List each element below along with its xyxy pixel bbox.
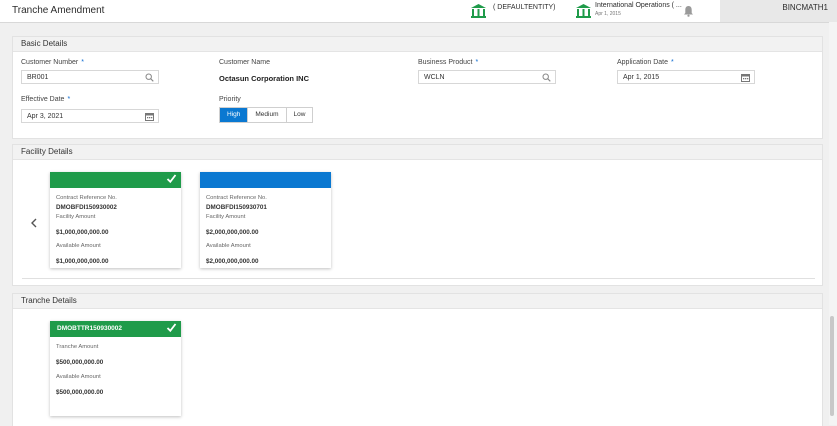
search-icon[interactable] — [542, 73, 551, 82]
tranche-card[interactable]: DMOBTTR150930002 Tranche Amount $500,000… — [50, 321, 181, 416]
effective-date-label: Effective Date * — [21, 96, 71, 103]
priority-medium-option[interactable]: Medium — [248, 108, 287, 122]
contract-ref-label: Contract Reference No. — [56, 195, 117, 201]
facility-card[interactable]: Contract Reference No. DMOBFDI150930701 … — [200, 172, 331, 268]
entity-label[interactable]: ( DEFAULTENTITY) — [493, 4, 555, 11]
customer-number-value: BR001 — [27, 74, 49, 81]
contract-ref-value: DMOBFDI150930701 — [206, 204, 267, 211]
check-icon — [166, 323, 177, 333]
priority-high-option[interactable]: High — [220, 108, 249, 122]
user-menu[interactable]: BINCMATH1 — [720, 0, 837, 22]
section-title: Basic Details — [21, 39, 68, 48]
effective-date-field[interactable]: Apr 3, 2021 — [21, 109, 159, 123]
section-header: Basic Details — [13, 37, 822, 52]
bank-icon[interactable] — [470, 3, 487, 19]
application-date-value: Apr 1, 2015 — [623, 74, 660, 81]
app-header: Tranche Amendment ( DEFAULTENTITY) Inter… — [0, 0, 837, 23]
facility-amount-label: Facility Amount — [206, 214, 246, 220]
customer-number-field[interactable]: BR001 — [21, 70, 159, 84]
priority-low-option[interactable]: Low — [286, 108, 313, 122]
available-amount-label: Available Amount — [206, 243, 251, 249]
section-title: Tranche Details — [21, 296, 77, 305]
bank-icon[interactable] — [575, 3, 592, 19]
business-product-value: WCLN — [424, 74, 445, 81]
facility-amount-label: Facility Amount — [56, 214, 96, 220]
vertical-scrollbar[interactable] — [829, 22, 837, 425]
calendar-icon[interactable] — [145, 112, 154, 121]
available-amount-value: $2,000,000,000.00 — [206, 258, 259, 265]
contract-ref-value: DMOBFDI150930002 — [56, 204, 117, 211]
section-title: Facility Details — [21, 147, 73, 156]
check-icon — [166, 174, 177, 184]
customer-name-label: Customer Name — [219, 59, 270, 66]
card-header-bar — [200, 172, 331, 188]
facility-amount-value: $1,000,000,000.00 — [56, 229, 109, 236]
priority-toggle[interactable]: High Medium Low — [219, 107, 314, 123]
tranche-amount-label: Tranche Amount — [56, 344, 99, 350]
business-product-field[interactable]: WCLN — [418, 70, 556, 84]
effective-date-value: Apr 3, 2021 — [27, 113, 64, 120]
card-header-bar — [50, 172, 181, 188]
facility-card[interactable]: Contract Reference No. DMOBFDI150930002 … — [50, 172, 181, 268]
business-product-label: Business Product * — [418, 59, 479, 66]
scrollbar-thumb[interactable] — [830, 316, 834, 416]
available-amount-value: $1,000,000,000.00 — [56, 258, 109, 265]
page-title: Tranche Amendment — [12, 5, 105, 16]
search-icon[interactable] — [145, 73, 154, 82]
tranche-amount-value: $500,000,000.00 — [56, 359, 104, 366]
priority-label: Priority — [219, 96, 241, 103]
application-date-field[interactable]: Apr 1, 2015 — [617, 70, 755, 84]
user-name: BINCMATH1 — [782, 3, 828, 12]
branch-name[interactable]: International Operations ( ... — [595, 2, 682, 9]
branch-date: Apr 1, 2015 — [595, 11, 621, 17]
bell-icon[interactable] — [683, 5, 694, 17]
available-amount-value: $500,000,000.00 — [56, 389, 104, 396]
facility-amount-value: $2,000,000,000.00 — [206, 229, 259, 236]
calendar-icon[interactable] — [741, 73, 750, 82]
section-header: Facility Details — [13, 145, 822, 160]
section-divider — [22, 278, 815, 279]
card-header-bar: DMOBTTR150930002 — [50, 321, 181, 337]
section-header: Tranche Details — [13, 294, 822, 309]
application-date-label: Application Date * — [617, 59, 674, 66]
basic-details-section: Basic Details Customer Number * BR001 Cus… — [12, 36, 823, 139]
tranche-ref-value: DMOBTTR150930002 — [57, 325, 123, 332]
contract-ref-label: Contract Reference No. — [206, 195, 267, 201]
chevron-left-icon[interactable] — [30, 218, 38, 228]
available-amount-label: Available Amount — [56, 243, 101, 249]
available-amount-label: Available Amount — [56, 374, 101, 380]
customer-name-value: Octasun Corporation INC — [219, 74, 310, 83]
customer-number-label: Customer Number * — [21, 59, 84, 66]
